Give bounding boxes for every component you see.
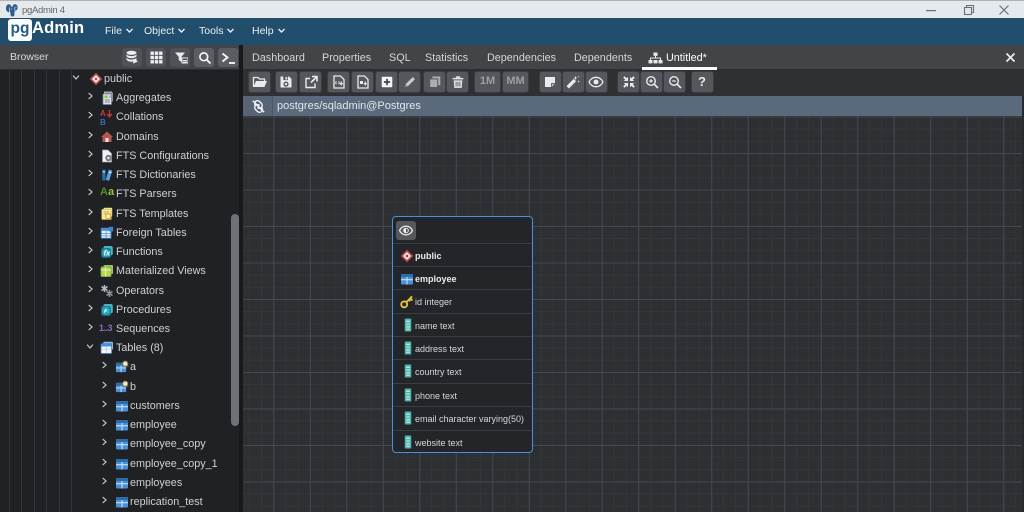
svg-text:fx: fx	[104, 248, 111, 257]
